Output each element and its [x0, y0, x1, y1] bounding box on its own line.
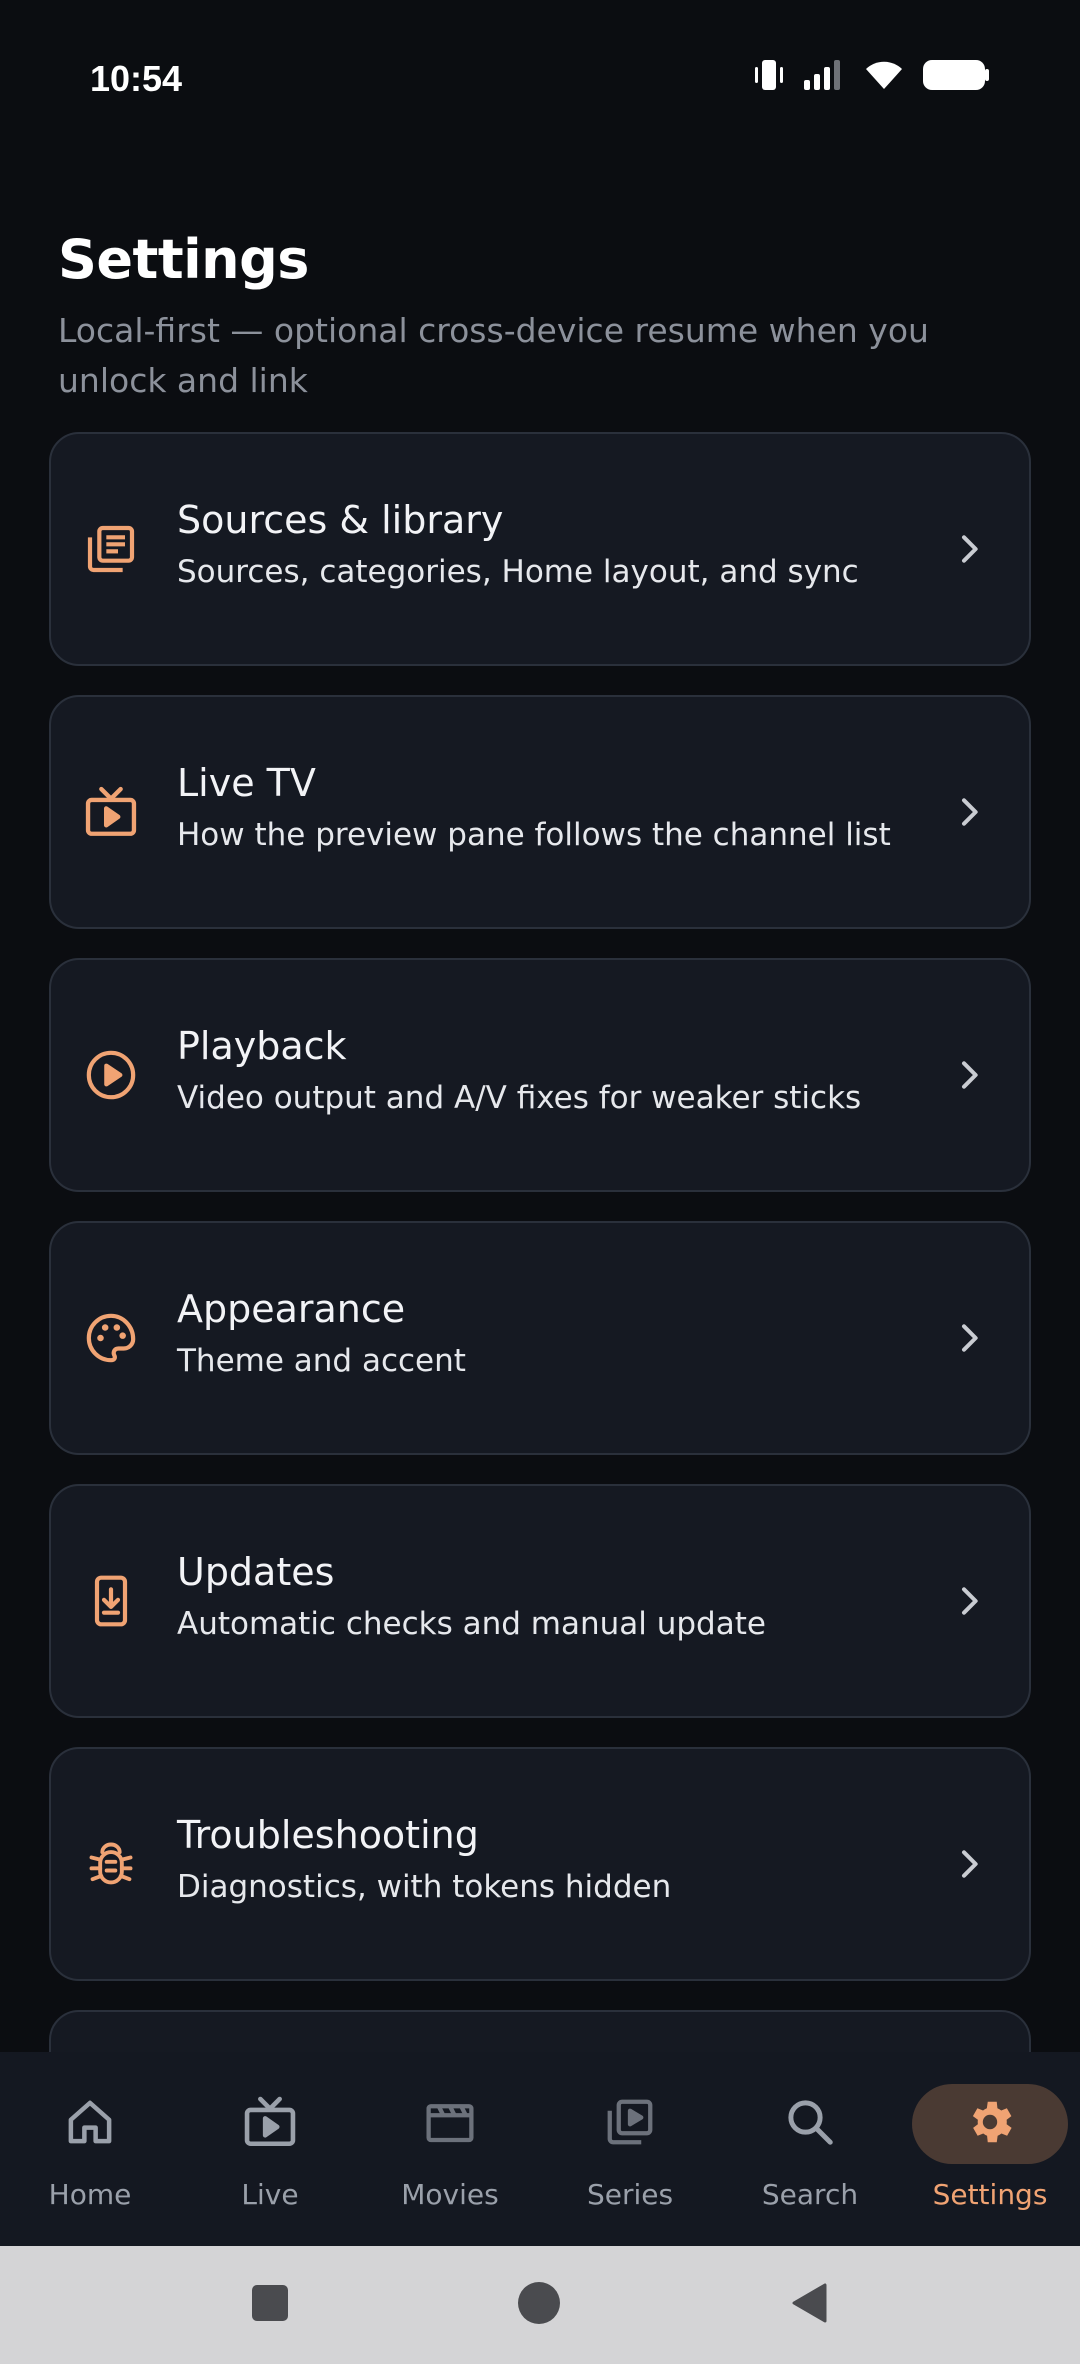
- settings-item-live-tv[interactable]: Live TV How the preview pane follows the…: [49, 695, 1031, 929]
- settings-item-desc: How the preview pane follows the channel…: [177, 817, 891, 853]
- nav-item-home[interactable]: Home: [0, 2052, 180, 2246]
- status-time: 10:54: [90, 58, 183, 99]
- back-button[interactable]: [773, 2268, 847, 2342]
- settings-item-playback[interactable]: Playback Video output and A/V fixes for …: [49, 958, 1031, 1192]
- nav-label: Home: [48, 2178, 132, 2211]
- vibrate-icon: [754, 58, 784, 96]
- chevron-right-icon: [949, 1318, 989, 1358]
- chevron-right-icon: [949, 1844, 989, 1884]
- nav-label: Series: [586, 2178, 674, 2211]
- nav-label: Settings: [932, 2178, 1048, 2211]
- settings-screen: 10:54 Settings Local-first — optional cr…: [0, 0, 1080, 2364]
- chevron-right-icon: [949, 792, 989, 832]
- recents-button[interactable]: [233, 2268, 307, 2342]
- settings-item-desc: Sources, categories, Home layout, and sy…: [177, 554, 859, 590]
- settings-item-desc: Theme and accent: [177, 1343, 466, 1379]
- bottom-nav: Home Live Movies Series Search Settings: [0, 2052, 1080, 2246]
- nav-label: Search: [761, 2178, 859, 2211]
- back-triangle-icon: [789, 2282, 831, 2328]
- home-icon: [63, 2095, 117, 2153]
- system-nav-bar: [0, 2246, 1080, 2364]
- gear-icon: [963, 2095, 1017, 2153]
- nav-item-series[interactable]: Series: [540, 2052, 720, 2246]
- chevron-right-icon: [949, 1055, 989, 1095]
- nav-item-movies[interactable]: Movies: [360, 2052, 540, 2246]
- settings-item-desc: Automatic checks and manual update: [177, 1606, 766, 1642]
- wifi-icon: [864, 58, 904, 96]
- status-icons: [754, 58, 990, 96]
- nav-label: Live: [241, 2178, 299, 2211]
- live-tv-icon: [241, 2093, 299, 2155]
- bug-icon: [79, 1832, 143, 1896]
- signal-icon: [802, 58, 846, 96]
- settings-item-title: Playback: [177, 1024, 347, 1068]
- nav-label: Movies: [401, 2178, 499, 2211]
- nav-item-live[interactable]: Live: [180, 2052, 360, 2246]
- nav-item-search[interactable]: Search: [720, 2052, 900, 2246]
- settings-item-sources-library[interactable]: Sources & library Sources, categories, H…: [49, 432, 1031, 666]
- search-icon: [783, 2095, 837, 2153]
- home-button[interactable]: [502, 2268, 576, 2342]
- settings-item-troubleshooting[interactable]: Troubleshooting Diagnostics, with tokens…: [49, 1747, 1031, 1981]
- nav-item-settings[interactable]: Settings: [900, 2052, 1080, 2246]
- settings-item-title: Appearance: [177, 1287, 406, 1331]
- status-bar: 10:54: [0, 0, 1080, 156]
- chevron-right-icon: [949, 529, 989, 569]
- square-icon: [250, 2283, 290, 2327]
- settings-item-title: Live TV: [177, 761, 316, 805]
- settings-item-updates[interactable]: Updates Automatic checks and manual upda…: [49, 1484, 1031, 1718]
- settings-item-title: Updates: [177, 1550, 335, 1594]
- settings-item-desc: Diagnostics, with tokens hidden: [177, 1869, 672, 1905]
- settings-list: Sources & library Sources, categories, H…: [49, 432, 1031, 2159]
- circle-icon: [516, 2280, 562, 2330]
- settings-item-appearance[interactable]: Appearance Theme and accent: [49, 1221, 1031, 1455]
- battery-icon: [922, 58, 990, 96]
- play-circle-icon: [79, 1043, 143, 1107]
- system-update-icon: [79, 1569, 143, 1633]
- settings-item-desc: Video output and A/V fixes for weaker st…: [177, 1080, 862, 1116]
- library-icon: [79, 517, 143, 581]
- tv-icon: [79, 780, 143, 844]
- settings-item-title: Sources & library: [177, 498, 504, 542]
- palette-icon: [79, 1306, 143, 1370]
- movie-icon: [423, 2095, 477, 2153]
- chevron-right-icon: [949, 1581, 989, 1621]
- series-icon: [603, 2095, 657, 2153]
- page-title: Settings: [58, 228, 309, 291]
- settings-item-title: Troubleshooting: [177, 1813, 479, 1857]
- page-subtitle: Local-first — optional cross-device resu…: [58, 311, 929, 400]
